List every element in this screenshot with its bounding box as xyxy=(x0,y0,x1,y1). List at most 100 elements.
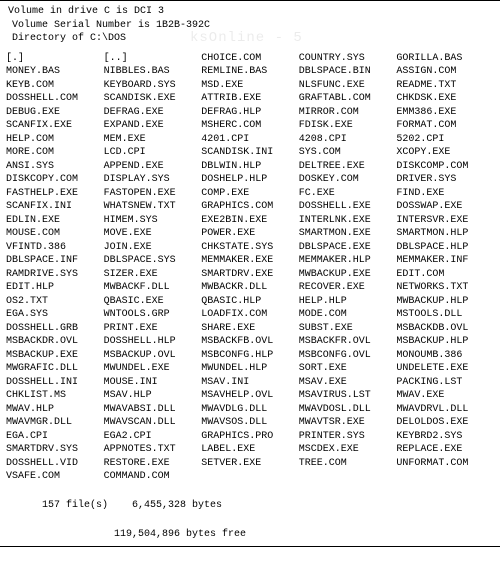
file-entry: QBASIC.HLP xyxy=(201,295,299,309)
file-entry: DEFRAG.EXE xyxy=(104,106,202,120)
file-entry: MOUSE.COM xyxy=(6,227,104,241)
file-entry: MWUNDEL.HLP xyxy=(201,362,299,376)
file-entry: INTERSVR.EXE xyxy=(396,214,494,228)
file-entry: FIND.EXE xyxy=(396,187,494,201)
file-entry: NLSFUNC.EXE xyxy=(299,79,397,93)
file-entry: DEBUG.EXE xyxy=(6,106,104,120)
file-entry: SIZER.EXE xyxy=(104,268,202,282)
file-column: [.]MONEY.BASKEYB.COMDOSSHELL.COMDEBUG.EX… xyxy=(6,52,104,484)
file-entry: MSBACKFR.OVL xyxy=(299,335,397,349)
file-entry: NETWORKS.TXT xyxy=(396,281,494,295)
file-entry: WNTOOLS.GRP xyxy=(104,308,202,322)
file-entry: SUBST.EXE xyxy=(299,322,397,336)
file-entry: LCD.CPI xyxy=(104,146,202,160)
file-entry: DOSSHELL.HLP xyxy=(104,335,202,349)
file-entry: MSBACKDR.OVL xyxy=(6,335,104,349)
file-entry: MWBACKF.DLL xyxy=(104,281,202,295)
file-entry: MSHERC.COM xyxy=(201,119,299,133)
file-entry: MWAVDLG.DLL xyxy=(201,403,299,417)
file-entry: COMMAND.COM xyxy=(104,470,202,484)
file-entry: SCANDISK.EXE xyxy=(104,92,202,106)
file-entry: DOSSHELL.INI xyxy=(6,376,104,390)
file-entry: MOUSE.INI xyxy=(104,376,202,390)
file-entry: ASSIGN.COM xyxy=(396,65,494,79)
file-entry: HELP.COM xyxy=(6,133,104,147)
file-entry: VSAFE.COM xyxy=(6,470,104,484)
file-entry xyxy=(201,470,299,484)
file-entry: APPNOTES.TXT xyxy=(104,443,202,457)
file-entry: DISPLAY.SYS xyxy=(104,173,202,187)
file-entry: MSAVIRUS.LST xyxy=(299,389,397,403)
file-entry: MSBACKUP.HLP xyxy=(396,335,494,349)
file-entry: EGA.SYS xyxy=(6,308,104,322)
file-entry: MSBCONFG.HLP xyxy=(201,349,299,363)
file-entry: COMP.EXE xyxy=(201,187,299,201)
file-entry: [..] xyxy=(104,52,202,66)
file-entry: SMARTMON.EXE xyxy=(299,227,397,241)
file-entry: MWAVDOSL.DLL xyxy=(299,403,397,417)
file-entry: [.] xyxy=(6,52,104,66)
file-entry: MSAV.INI xyxy=(201,376,299,390)
file-entry: SYS.COM xyxy=(299,146,397,160)
file-entry: NIBBLES.BAS xyxy=(104,65,202,79)
file-entry: MSBACKUP.OVL xyxy=(104,349,202,363)
file-entry: FORMAT.COM xyxy=(396,119,494,133)
file-entry: SCANFIX.INI xyxy=(6,200,104,214)
file-entry: RESTORE.EXE xyxy=(104,457,202,471)
file-entry: SCANFIX.EXE xyxy=(6,119,104,133)
summary-free: 119,504,896 bytes free xyxy=(6,528,494,542)
file-entry: MWBACKUP.EXE xyxy=(299,268,397,282)
summary-files: 157 file(s) 6,455,328 bytes xyxy=(6,486,494,527)
file-entry xyxy=(299,470,397,484)
file-entry: DOSSHELL.COM xyxy=(6,92,104,106)
file-entry: DBLSPACE.HLP xyxy=(396,241,494,255)
file-entry: VFINTD.386 xyxy=(6,241,104,255)
file-entry: DOSSHELL.VID xyxy=(6,457,104,471)
file-entry: FASTHELP.EXE xyxy=(6,187,104,201)
file-entry: README.TXT xyxy=(396,79,494,93)
file-entry: RECOVER.EXE xyxy=(299,281,397,295)
file-entry: PACKING.LST xyxy=(396,376,494,390)
file-entry: MORE.COM xyxy=(6,146,104,160)
file-entry: FASTOPEN.EXE xyxy=(104,187,202,201)
file-entry: MODE.COM xyxy=(299,308,397,322)
file-entry: DISKCOMP.COM xyxy=(396,160,494,174)
file-entry: MWBACKR.DLL xyxy=(201,281,299,295)
file-column: [..]NIBBLES.BASKEYBOARD.SYSSCANDISK.EXED… xyxy=(104,52,202,484)
file-entry: MSBACKFB.OVL xyxy=(201,335,299,349)
file-entry: INTERLNK.EXE xyxy=(299,214,397,228)
file-entry: DOSSHELL.EXE xyxy=(299,200,397,214)
file-entry: DEFRAG.HLP xyxy=(201,106,299,120)
file-entry: 5202.CPI xyxy=(396,133,494,147)
file-entry: DELOLDOS.EXE xyxy=(396,416,494,430)
file-entry: DOSKEY.COM xyxy=(299,173,397,187)
file-entry: MWBACKUP.HLP xyxy=(396,295,494,309)
file-entry: 4201.CPI xyxy=(201,133,299,147)
file-entry: MEM.EXE xyxy=(104,133,202,147)
file-entry: MEMMAKER.HLP xyxy=(299,254,397,268)
directory-line: Directory of C:\DOS xyxy=(12,32,494,46)
file-entry: MWAVABSI.DLL xyxy=(104,403,202,417)
file-entry xyxy=(396,470,494,484)
file-entry: MWAVSOS.DLL xyxy=(201,416,299,430)
file-entry: MWAV.HLP xyxy=(6,403,104,417)
file-entry: DBLSPACE.EXE xyxy=(299,241,397,255)
file-entry: MSCDEX.EXE xyxy=(299,443,397,457)
file-entry: SMARTDRV.SYS xyxy=(6,443,104,457)
file-entry: MSBCONFG.OVL xyxy=(299,349,397,363)
file-entry: PRINT.EXE xyxy=(104,322,202,336)
file-entry: 4208.CPI xyxy=(299,133,397,147)
file-entry: COUNTRY.SYS xyxy=(299,52,397,66)
file-entry: DBLSPACE.SYS xyxy=(104,254,202,268)
file-entry: QBASIC.EXE xyxy=(104,295,202,309)
file-entry: SHARE.EXE xyxy=(201,322,299,336)
file-entry: GRAPHICS.COM xyxy=(201,200,299,214)
file-entry: JOIN.EXE xyxy=(104,241,202,255)
file-entry: DBLWIN.HLP xyxy=(201,160,299,174)
file-entry: MSTOOLS.DLL xyxy=(396,308,494,322)
file-entry: MSD.EXE xyxy=(201,79,299,93)
dos-dir-listing: ksOnline - 5 Volume in drive C is DCI 3 … xyxy=(0,0,500,547)
file-entry: GRAPHICS.PRO xyxy=(201,430,299,444)
file-entry: RAMDRIVE.SYS xyxy=(6,268,104,282)
file-entry: DELTREE.EXE xyxy=(299,160,397,174)
